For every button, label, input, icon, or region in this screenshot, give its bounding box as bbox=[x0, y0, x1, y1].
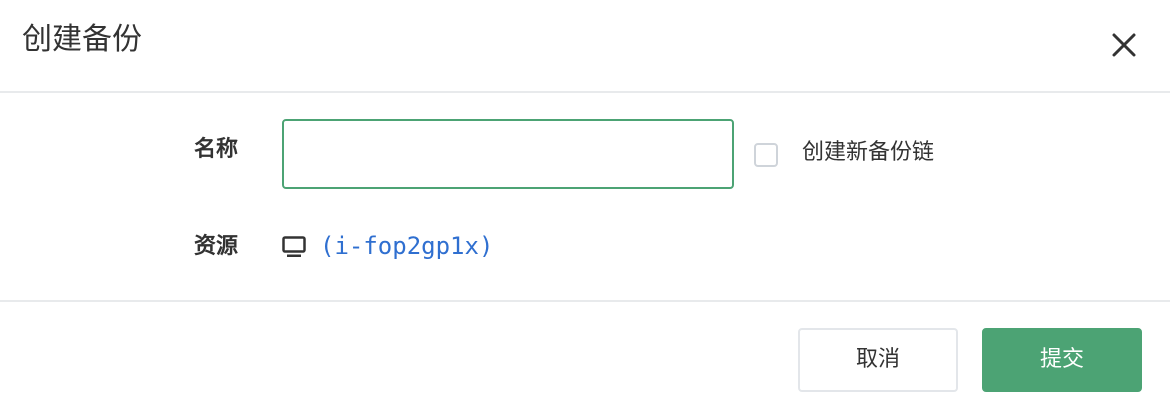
dialog-footer: 取消 提交 bbox=[0, 304, 1170, 410]
close-button[interactable] bbox=[1106, 27, 1142, 63]
submit-button[interactable]: 提交 bbox=[982, 328, 1142, 392]
resource-link[interactable]: (i-fop2gp1x) bbox=[320, 231, 493, 261]
create-backup-dialog: 创建备份 名称 创建新备份链 资源 (i-fop2gp1x) 取消 提交 bbox=[0, 0, 1170, 410]
name-input[interactable] bbox=[282, 119, 734, 189]
name-label: 名称 bbox=[194, 137, 239, 162]
monitor-icon bbox=[282, 236, 306, 258]
new-backup-chain-label[interactable]: 创建新备份链 bbox=[802, 138, 934, 168]
new-backup-chain-checkbox[interactable] bbox=[754, 143, 778, 167]
cancel-button[interactable]: 取消 bbox=[798, 328, 958, 392]
resource-label: 资源 bbox=[194, 234, 239, 259]
close-icon bbox=[1112, 33, 1136, 57]
dialog-title: 创建备份 bbox=[22, 22, 142, 57]
dialog-body: 名称 创建新备份链 资源 (i-fop2gp1x) bbox=[0, 95, 1170, 302]
dialog-header: 创建备份 bbox=[0, 0, 1170, 93]
